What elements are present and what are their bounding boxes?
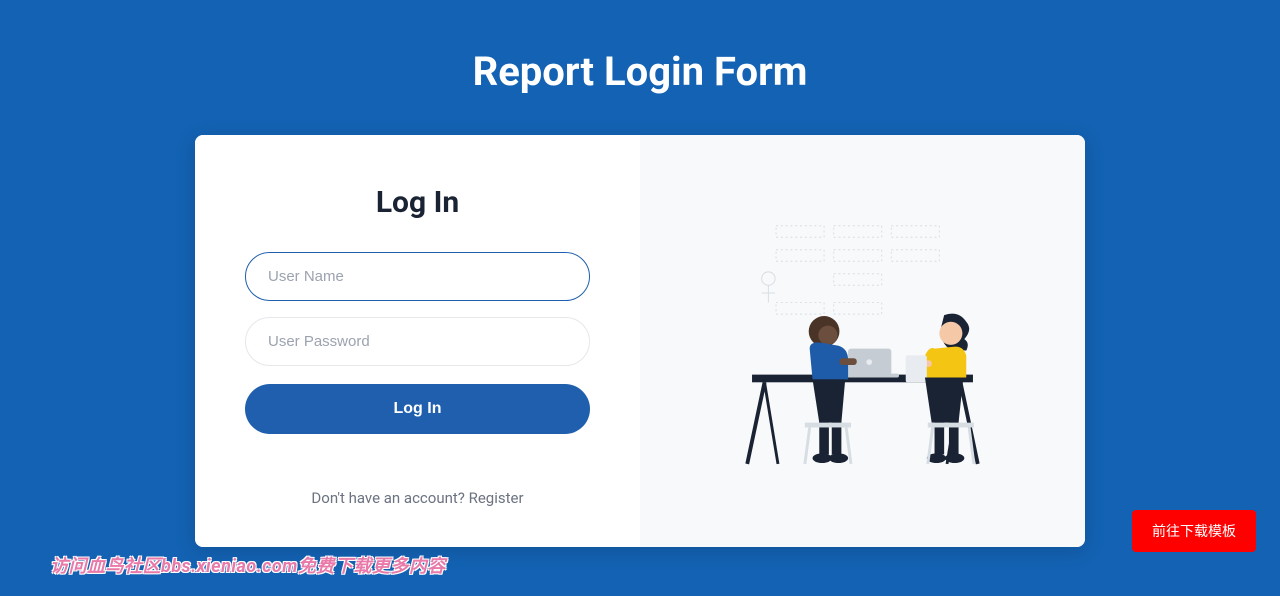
watermark-text: 访问血鸟社区bbs.xieniao.com免费下载更多内容 bbox=[50, 552, 446, 578]
illustration-panel bbox=[640, 135, 1085, 547]
register-link[interactable]: Register bbox=[469, 489, 524, 507]
download-template-button[interactable]: 前往下载模板 bbox=[1132, 510, 1256, 552]
office-illustration bbox=[680, 201, 1045, 481]
register-prompt-text: Don't have an account? bbox=[311, 489, 468, 507]
password-input[interactable] bbox=[245, 317, 590, 366]
form-title: Log In bbox=[245, 185, 590, 220]
page-title: Report Login Form bbox=[0, 0, 1280, 135]
username-input[interactable] bbox=[245, 252, 590, 301]
form-panel: Log In Log In Don't have an account? Reg… bbox=[195, 135, 640, 547]
register-prompt: Don't have an account? Register bbox=[245, 489, 590, 507]
login-card: Log In Log In Don't have an account? Reg… bbox=[195, 135, 1085, 547]
login-button[interactable]: Log In bbox=[245, 384, 590, 434]
